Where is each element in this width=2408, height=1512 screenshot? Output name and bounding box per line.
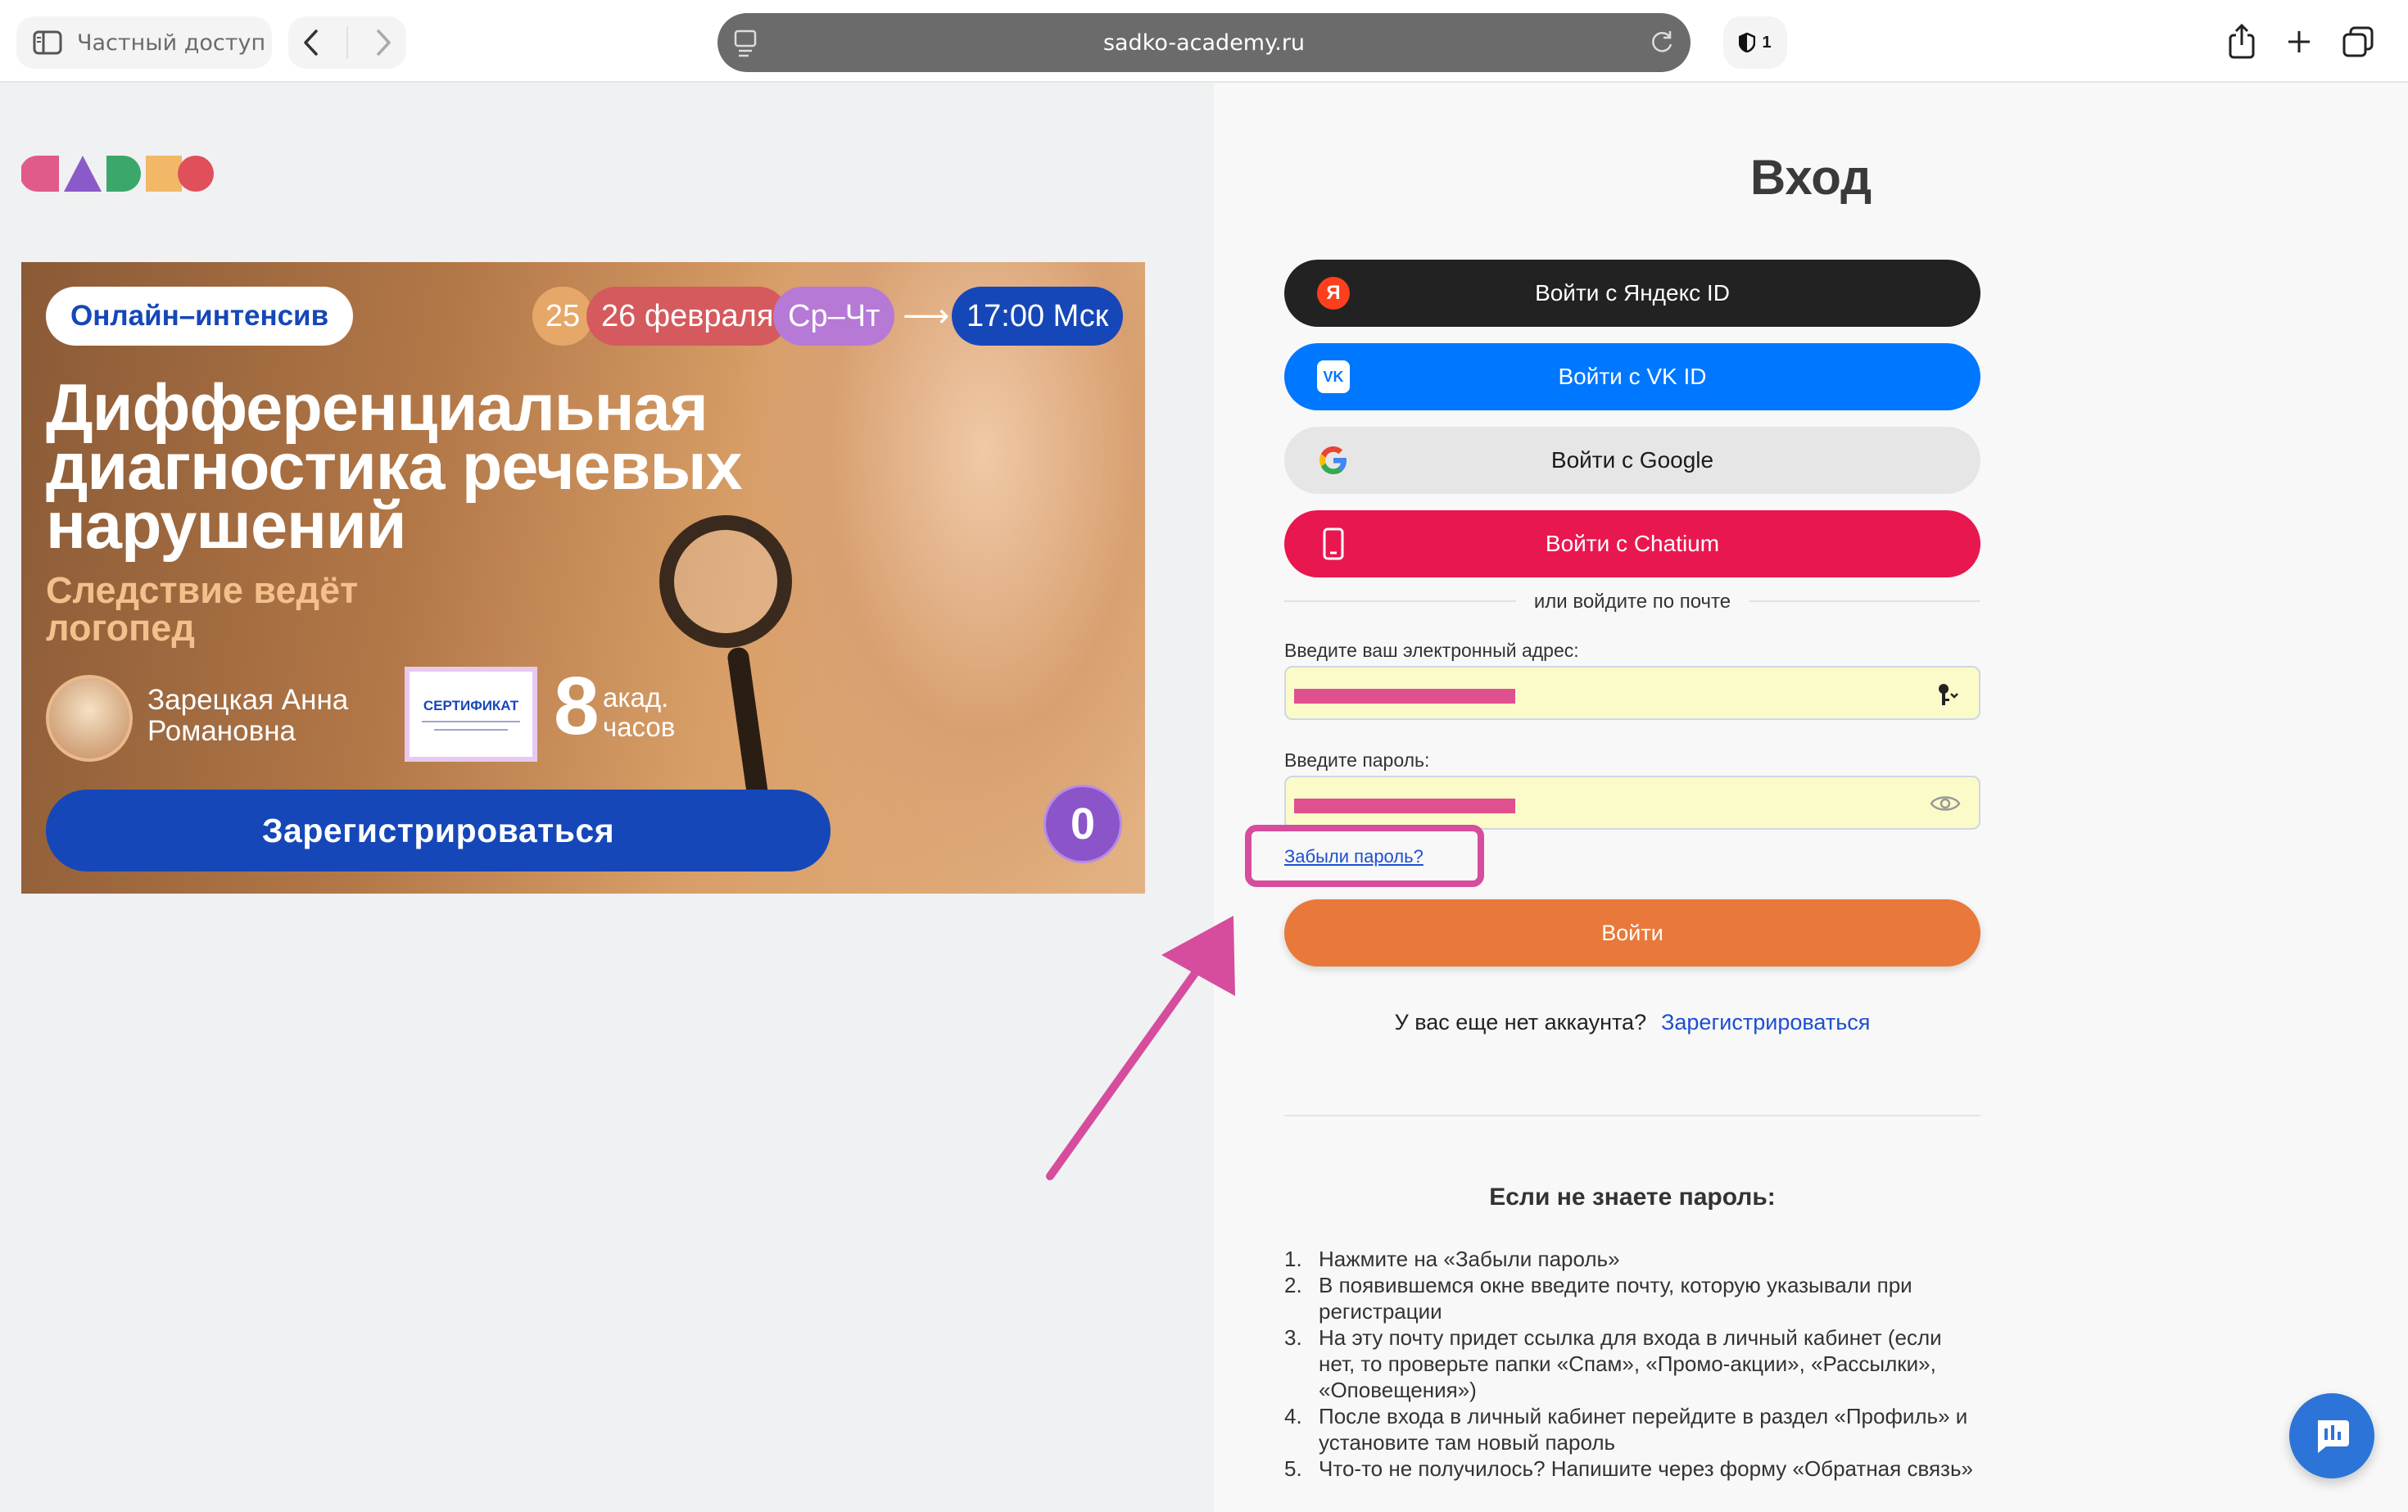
password-label: Введите пароль: [1284, 749, 1430, 771]
chat-widget-button[interactable] [2289, 1393, 2374, 1478]
time-chip: 17:00 Мск [952, 287, 1124, 346]
login-panel: Вход Я Войти с Яндекс ID VK Войти с VK I… [1214, 83, 2408, 1512]
no-account-row: У вас еще нет аккаунта? Зарегистрироватьс… [1214, 1010, 2051, 1035]
share-icon [2229, 24, 2255, 59]
banner-title: Дифференциальная диагностика речевых нар… [46, 371, 743, 563]
banner-register-button[interactable]: Зарегистрироваться [46, 790, 831, 871]
yandex-login-button[interactable]: Я Войти с Яндекс ID [1284, 260, 1980, 327]
chatium-login-label: Войти с Chatium [1545, 531, 1720, 556]
yandex-icon: Я [1317, 277, 1350, 310]
login-submit-button[interactable]: Войти [1284, 899, 1980, 967]
register-link[interactable]: Зарегистрироваться [1661, 1010, 1870, 1034]
help-step-text: Что-то не получилось? Напишите через фор… [1319, 1456, 1973, 1481]
certificate-lines [434, 729, 508, 731]
browser-toolbar: Частный доступ sadko-academy.ru 1 [0, 0, 2408, 83]
online-intensive-tag: Онлайн–интенсив [46, 287, 354, 346]
vk-login-button[interactable]: VK Войти с VK ID [1284, 343, 1980, 410]
help-step-text: В появившемся окне введите почту, котору… [1319, 1273, 1912, 1324]
date-chip-weekdays: Ср–Чт [773, 287, 895, 346]
divider-text: или войдите по почте [1214, 591, 2051, 613]
yandex-login-label: Войти с Яндекс ID [1535, 280, 1730, 306]
help-step-text: После входа в личный кабинет перейдите в… [1319, 1404, 1968, 1455]
page-menu-icon[interactable] [732, 26, 758, 59]
forward-icon[interactable] [373, 29, 393, 57]
login-title: Вход [1749, 150, 1872, 205]
phone-icon [1317, 527, 1350, 560]
redacted-email [1294, 689, 1515, 704]
nav-separator [346, 26, 348, 59]
vk-login-label: Войти с VK ID [1558, 364, 1707, 389]
help-step-number: 5. [1284, 1456, 1302, 1481]
help-step-number: 1. [1284, 1247, 1302, 1271]
section-divider [1284, 1115, 1980, 1116]
privacy-shield-button[interactable]: 1 [1723, 16, 1787, 69]
reload-icon[interactable] [1648, 28, 1676, 56]
help-step: 4. После входа в личный кабинет перейдите… [1284, 1403, 1980, 1455]
hours-label: акад. часов [603, 682, 676, 742]
help-step-number: 3. [1284, 1325, 1302, 1350]
google-icon [1317, 444, 1350, 477]
certificate-caption: СЕРТИФИКАТ [423, 698, 519, 713]
sidebar-icon [33, 30, 62, 55]
email-label: Введите ваш электронный адрес: [1284, 640, 1579, 661]
certificate-lines [422, 721, 520, 722]
vk-icon: VK [1317, 360, 1350, 393]
eye-icon[interactable] [1930, 794, 1961, 813]
author-name: Зарецкая Анна Романовна [147, 684, 349, 747]
email-field[interactable] [1284, 666, 1980, 720]
private-browsing-button[interactable]: Частный доступ [16, 16, 272, 69]
address-bar[interactable]: sadko-academy.ru [717, 13, 1691, 72]
url-text: sadko-academy.ru [1102, 29, 1306, 56]
chat-icon [2318, 1420, 2349, 1453]
help-step: 3. На эту почту придет ссылка для входа в… [1284, 1324, 1980, 1403]
new-tab-button[interactable] [2277, 20, 2321, 64]
private-label: Частный доступ [77, 29, 266, 56]
author-avatar [46, 675, 133, 762]
forgot-password-link[interactable]: Забыли пароль? [1284, 846, 1424, 867]
help-steps-list: 1. Нажмите на «Забыли пароль» 2. В появивш… [1284, 1246, 1980, 1482]
shield-count: 1 [1762, 33, 1772, 52]
sadko-logo[interactable] [21, 152, 218, 195]
help-step: 1. Нажмите на «Забыли пароль» [1284, 1246, 1980, 1272]
banner-subtitle: Следствие ведёт логопед [46, 569, 359, 649]
certificate-image: СЕРТИФИКАТ [405, 667, 537, 762]
google-login-label: Войти с Google [1550, 447, 1714, 473]
free-badge: 0 [1043, 785, 1122, 863]
password-manager-key-icon[interactable] [1936, 682, 1961, 707]
course-banner[interactable]: Онлайн–интенсив 25 26 февраля Ср–Чт ⟶ 17… [21, 262, 1145, 894]
annotation-arrow [1046, 916, 1235, 1180]
tabs-icon [2342, 26, 2374, 57]
shield-icon [1739, 33, 1756, 52]
date-chip-start: 25 [532, 287, 593, 346]
history-nav [288, 16, 406, 69]
help-step-number: 4. [1284, 1404, 1302, 1428]
chatium-login-button[interactable]: Войти с Chatium [1284, 510, 1980, 577]
redacted-password [1294, 799, 1515, 813]
password-field[interactable] [1284, 776, 1980, 830]
help-step-number: 2. [1284, 1273, 1302, 1297]
help-step: 5. Что-то не получилось? Напишите через ф… [1284, 1455, 1980, 1482]
date-chip-dates: 26 февраля [586, 287, 789, 346]
help-step-text: Нажмите на «Забыли пароль» [1319, 1247, 1620, 1271]
share-button[interactable] [2220, 20, 2264, 64]
arrow-icon: ⟶ [903, 298, 950, 334]
hours-number: 8 [554, 660, 600, 752]
help-step-text: На эту почту придет ссылка для входа в л… [1319, 1325, 1942, 1402]
no-account-text: У вас еще нет аккаунта? [1394, 1010, 1647, 1034]
back-icon[interactable] [301, 29, 321, 57]
google-login-button[interactable]: Войти с Google [1284, 427, 1980, 494]
help-title: Если не знаете пароль: [1489, 1184, 1776, 1211]
plus-icon [2288, 31, 2310, 52]
promo-panel: Онлайн–интенсив 25 26 февраля Ср–Чт ⟶ 17… [0, 83, 1214, 1512]
divider-label: или войдите по почте [1515, 591, 1749, 613]
tab-overview-button[interactable] [2336, 20, 2380, 64]
free-badge-number: 0 [1070, 799, 1096, 849]
help-step: 2. В появившемся окне введите почту, кото… [1284, 1272, 1980, 1324]
